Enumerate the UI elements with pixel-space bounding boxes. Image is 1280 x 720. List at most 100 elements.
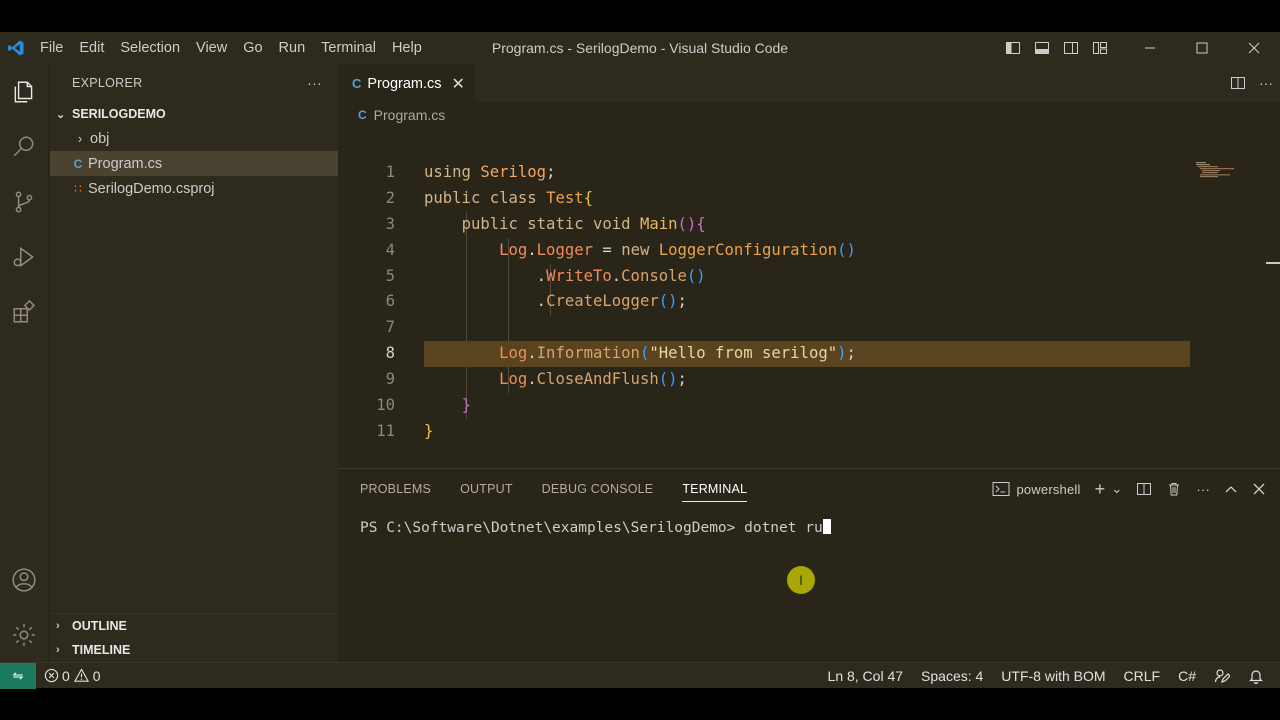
menu-bar: File Edit Selection View Go Run Terminal… [32, 32, 430, 64]
code-text: } [424, 421, 434, 440]
terminal-cursor [822, 519, 831, 534]
line-number: 11 [376, 421, 395, 440]
code-text: using Serilog; [424, 163, 556, 181]
chevron-right-icon: › [56, 620, 60, 632]
error-count: 0 [62, 667, 70, 684]
kill-terminal-icon[interactable] [1166, 481, 1182, 497]
code-text: Log.Information("Hello from serilog"); [499, 344, 856, 363]
menu-selection[interactable]: Selection [112, 32, 188, 64]
window-title: Program.cs - SerilogDemo - Visual Studio… [491, 40, 789, 56]
terminal-icon [992, 482, 1010, 496]
accounts-icon[interactable] [0, 552, 48, 607]
chevron-right-icon: › [77, 131, 83, 146]
toggle-secondary-sidebar-icon[interactable] [1056, 32, 1085, 64]
remote-indicator-icon[interactable]: ⇋ [0, 662, 36, 689]
toggle-panel-icon[interactable] [1027, 32, 1056, 64]
menu-file[interactable]: File [32, 32, 71, 64]
cursor-position[interactable]: Ln 8, Col 47 [828, 668, 904, 684]
source-control-icon[interactable] [0, 174, 48, 229]
more-actions-icon[interactable]: ··· [1196, 482, 1210, 497]
timeline-section[interactable]: › TIMELINE [50, 638, 338, 662]
menu-help[interactable]: Help [384, 32, 430, 64]
notifications-bell-icon[interactable] [1248, 668, 1264, 684]
warning-count: 0 [92, 667, 101, 684]
search-icon[interactable] [0, 119, 48, 174]
code-line: 9 Log.CloseAndFlush(); [338, 367, 1280, 393]
tab-problems[interactable]: PROBLEMS [360, 469, 431, 509]
tab-terminal[interactable]: TERMINAL [682, 469, 747, 509]
line-number: 3 [385, 214, 395, 233]
more-actions-icon[interactable]: ··· [1252, 75, 1280, 91]
menu-terminal[interactable]: Terminal [313, 32, 384, 64]
close-window-icon[interactable] [1228, 32, 1280, 64]
outline-label: OUTLINE [72, 619, 127, 633]
indentation[interactable]: Spaces: 4 [921, 668, 983, 684]
chevron-down-icon[interactable]: ⌄ [1111, 481, 1122, 497]
chevron-right-icon: › [56, 644, 60, 656]
tree-item-obj[interactable]: › obj [50, 126, 338, 151]
split-terminal-icon[interactable] [1136, 481, 1152, 497]
tree-item-csproj[interactable]: ∷ SerilogDemo.csproj [50, 176, 338, 201]
bottom-panel: PROBLEMS OUTPUT DEBUG CONSOLE TERMINAL p… [338, 468, 1280, 662]
menu-view[interactable]: View [188, 32, 235, 64]
encoding[interactable]: UTF-8 with BOM [1001, 668, 1105, 684]
toggle-primary-sidebar-icon[interactable] [998, 32, 1027, 64]
status-bar: ⇋ 0 0 Ln 8, Col 47 Spaces: 4 UTF-8 with … [0, 662, 1280, 689]
code-text: Log.Logger = new LoggerConfiguration() [499, 240, 856, 259]
extensions-icon[interactable] [0, 284, 48, 339]
line-number: 4 [385, 240, 395, 259]
code-text: .WriteTo.Console() [536, 266, 706, 285]
menu-go[interactable]: Go [235, 32, 270, 64]
explorer-icon[interactable] [0, 64, 48, 119]
timeline-label: TIMELINE [72, 643, 131, 657]
run-and-debug-icon[interactable] [0, 229, 48, 284]
code-line: 2 public class Test{ [338, 186, 1280, 212]
chevron-down-icon: ⌄ [56, 108, 66, 121]
line-number: 6 [385, 292, 395, 311]
more-actions-icon[interactable]: ··· [307, 75, 322, 91]
menu-edit[interactable]: Edit [71, 32, 112, 64]
terminal-shell-selector[interactable]: powershell [992, 481, 1080, 497]
language-mode[interactable]: C# [1178, 668, 1196, 684]
tab-debug-console[interactable]: DEBUG CONSOLE [542, 469, 654, 509]
code-line: 7 [338, 315, 1280, 341]
maximize-icon[interactable] [1176, 32, 1228, 64]
maximize-panel-icon[interactable] [1224, 482, 1238, 496]
panel-tabs: PROBLEMS OUTPUT DEBUG CONSOLE TERMINAL p… [338, 469, 1280, 509]
code-line: 6 .CreateLogger(); [338, 289, 1280, 315]
code-text: Log.CloseAndFlush(); [499, 370, 687, 389]
tree-item-program-cs[interactable]: C Program.cs [50, 151, 338, 176]
tab-output[interactable]: OUTPUT [460, 469, 513, 509]
settings-gear-icon[interactable] [0, 607, 48, 662]
breadcrumb: C Program.cs [338, 102, 1280, 128]
project-name: SERILOGDEMO [72, 107, 166, 121]
split-editor-icon[interactable] [1224, 75, 1252, 91]
tree-item-label: SerilogDemo.csproj [88, 180, 215, 197]
tab-program-cs[interactable]: C Program.cs ✕ [338, 64, 475, 102]
editor-tabs: C Program.cs ✕ ··· [338, 64, 1280, 102]
terminal-output[interactable]: PS C:\Software\Dotnet\examples\SerilogDe… [338, 509, 1280, 536]
minimap[interactable] [1196, 162, 1240, 178]
end-of-line[interactable]: CRLF [1124, 668, 1161, 684]
error-icon [44, 668, 59, 683]
customize-layout-icon[interactable] [1085, 32, 1114, 64]
vscode-logo-icon [0, 32, 32, 64]
outline-section[interactable]: › OUTLINE [50, 614, 338, 638]
scrollbar-position-marker[interactable] [1266, 262, 1280, 264]
editor-area: C Program.cs ✕ ··· C Program.cs 1 using S… [338, 64, 1280, 467]
close-tab-icon[interactable]: ✕ [452, 74, 465, 94]
csharp-file-icon: C [358, 108, 367, 122]
project-folder-header[interactable]: ⌄ SERILOGDEMO [50, 102, 338, 126]
feedback-icon[interactable] [1214, 668, 1230, 684]
title-bar: File Edit Selection View Go Run Terminal… [0, 32, 1280, 64]
minimize-icon[interactable] [1124, 32, 1176, 64]
new-terminal-icon[interactable]: + [1095, 479, 1106, 500]
code-editor[interactable]: 1 using Serilog; 2 public class Test{ 3 pu… [338, 160, 1280, 445]
close-panel-icon[interactable] [1252, 482, 1266, 496]
menu-run[interactable]: Run [271, 32, 314, 64]
problems-indicator[interactable]: 0 0 [36, 668, 101, 684]
breadcrumb-file[interactable]: Program.cs [374, 107, 446, 123]
activity-bar [0, 64, 48, 662]
line-number: 7 [385, 318, 395, 337]
line-number: 8 [385, 344, 395, 363]
